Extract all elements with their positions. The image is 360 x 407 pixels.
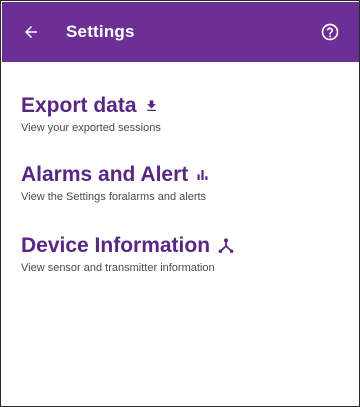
item-title-row: Device Information bbox=[21, 233, 235, 259]
device-information-title: Device Information bbox=[21, 234, 211, 257]
item-title-row: Export data bbox=[21, 93, 161, 119]
device-information-subtitle: View sensor and transmitter information bbox=[21, 262, 215, 274]
list-item-export-data[interactable]: Export data View your exported sessions bbox=[21, 93, 161, 135]
alarms-and-alert-subtitle: View the Settings foralarms and alerts bbox=[21, 191, 207, 203]
export-data-subtitle: View your exported sessions bbox=[21, 122, 161, 134]
arrow-back-icon bbox=[25, 26, 37, 38]
item-title-row: Alarms and Alert bbox=[21, 162, 210, 188]
settings-screen: Settings Export data View your exported … bbox=[0, 0, 360, 407]
list-item-alarms-and-alert[interactable]: Alarms and Alert View the Settings foral… bbox=[21, 162, 210, 204]
bar-chart-icon bbox=[195, 167, 210, 183]
back-button[interactable] bbox=[18, 19, 44, 45]
settings-list: Export data View your exported sessions … bbox=[2, 62, 359, 406]
help-button[interactable] bbox=[318, 20, 342, 44]
list-item-device-information[interactable]: Device Information View sensor and trans… bbox=[21, 233, 235, 275]
device-hub-icon bbox=[217, 237, 235, 255]
download-icon bbox=[144, 98, 159, 114]
export-data-title: Export data bbox=[21, 94, 137, 117]
alarms-and-alert-title: Alarms and Alert bbox=[21, 163, 189, 186]
page-title: Settings bbox=[66, 22, 135, 41]
help-circle-icon bbox=[321, 23, 339, 41]
app-bar: Settings bbox=[2, 2, 359, 62]
